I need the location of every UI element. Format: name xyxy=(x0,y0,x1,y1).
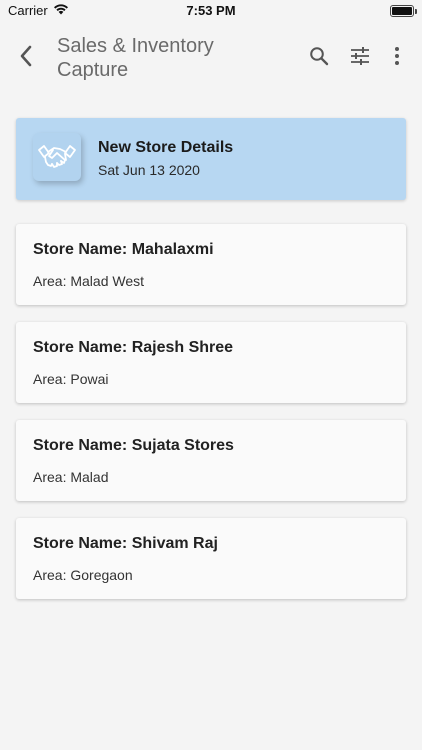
back-arrow-icon xyxy=(19,45,33,72)
filter-button[interactable] xyxy=(346,42,374,74)
store-name: Store Name: Shivam Raj xyxy=(33,535,218,552)
page-title: Sales & Inventory Capture xyxy=(57,35,214,81)
handshake-icon xyxy=(33,133,81,181)
store-card[interactable]: Store Name: Mahalaxmi Area: Malad West xyxy=(16,224,406,305)
status-time: 7:53 PM xyxy=(186,3,236,18)
back-button[interactable] xyxy=(12,42,40,74)
store-name: Store Name: Mahalaxmi xyxy=(33,241,214,258)
store-list: Store Name: Mahalaxmi Area: Malad West S… xyxy=(16,224,406,616)
more-options-button[interactable] xyxy=(383,42,411,74)
header-date: Sat Jun 13 2020 xyxy=(98,162,200,178)
header-title: New Store Details xyxy=(98,139,234,156)
new-store-details-card[interactable]: New Store Details Sat Jun 13 2020 xyxy=(16,118,406,200)
store-name: Store Name: Sujata Stores xyxy=(33,437,234,454)
filter-sliders-icon xyxy=(350,46,370,70)
app-bar: Sales & Inventory Capture xyxy=(0,22,422,98)
status-bar: Carrier 7:53 PM xyxy=(0,0,422,22)
search-button[interactable] xyxy=(305,42,333,74)
store-area: Area: Goregaon xyxy=(33,567,133,583)
battery-icon xyxy=(390,5,417,17)
more-vertical-icon xyxy=(394,46,400,71)
store-name: Store Name: Rajesh Shree xyxy=(33,339,234,356)
search-icon xyxy=(309,46,329,71)
store-area: Area: Malad West xyxy=(33,273,145,289)
store-card[interactable]: Store Name: Sujata Stores Area: Malad xyxy=(16,420,406,501)
store-card[interactable]: Store Name: Rajesh Shree Area: Powai xyxy=(16,322,406,403)
store-card[interactable]: Store Name: Shivam Raj Area: Goregaon xyxy=(16,518,406,599)
store-area: Area: Malad xyxy=(33,469,109,485)
store-area: Area: Powai xyxy=(33,371,109,387)
